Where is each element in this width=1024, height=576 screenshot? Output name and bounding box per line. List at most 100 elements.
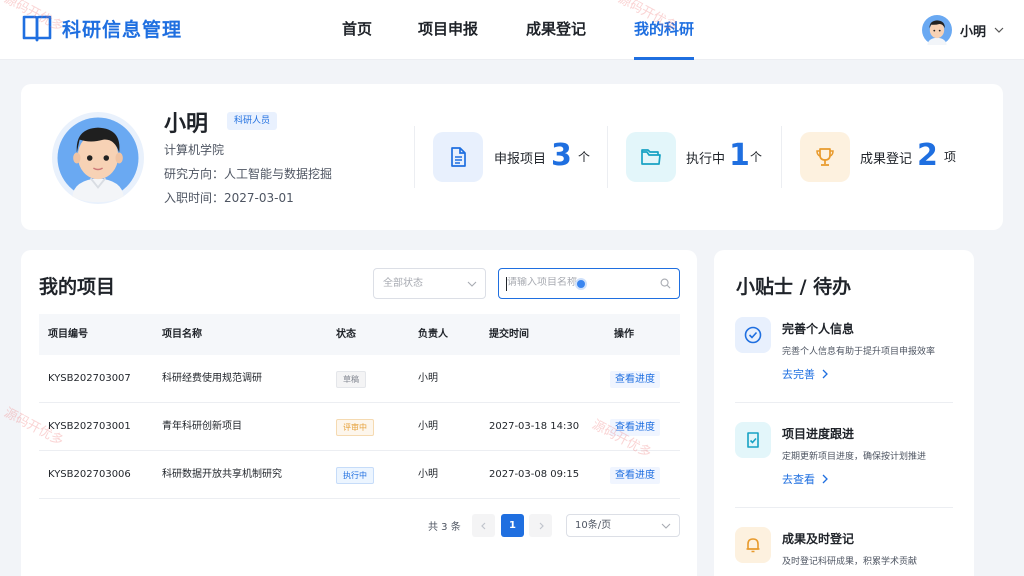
page-size-select[interactable]: 10条/页: [566, 514, 680, 537]
stat-apply-unit: 个: [578, 150, 591, 164]
status-badge: 执行中: [336, 467, 374, 484]
table-header: 项目编号 项目名称 状态 负责人 提交时间 操作: [39, 314, 680, 355]
tips-card: 小贴士 / 待办 完善个人信息 完善个人信息有助于提升项目申报效率 去完善 项目…: [714, 250, 974, 576]
stat-achievement-icon-box: [800, 132, 850, 182]
cell-submit-time: 2027-03-08 09:15: [489, 469, 580, 480]
divider: [414, 126, 415, 188]
document-icon: [451, 147, 466, 167]
table-row: KYSB202703007 科研经费使用规范调研 草稿 小明 查看进度: [39, 355, 680, 403]
chevron-down-icon: [661, 523, 671, 529]
col-owner: 负责人: [418, 329, 448, 340]
text-cursor: [506, 277, 507, 291]
prev-page-button[interactable]: [472, 514, 495, 537]
next-page-button[interactable]: [529, 514, 552, 537]
tip-title: 完善个人信息: [782, 322, 855, 336]
col-action: 操作: [614, 329, 634, 340]
cell-project-name: 科研数据开放共享机制研究: [162, 469, 282, 480]
tip-icon-box: [735, 527, 771, 563]
tip-desc: 完善个人信息有助于提升项目申报效率: [782, 347, 936, 357]
status-filter-value: 全部状态: [383, 278, 423, 289]
profile-name: 小明: [164, 112, 209, 137]
nav-my-research[interactable]: 我的科研: [634, 0, 695, 60]
tip-icon-box: [735, 317, 771, 353]
projects-title: 我的项目: [39, 276, 116, 298]
stat-doing-unit: 个: [750, 150, 763, 164]
tip-title: 项目进度跟进: [782, 427, 855, 441]
stat-achievement-value: 2: [917, 138, 938, 173]
cell-project-name: 青年科研创新项目: [162, 421, 242, 432]
table-row: KYSB202703001 青年科研创新项目 评审中 小明 2027-03-18…: [39, 403, 680, 451]
page-button-current[interactable]: 1: [501, 514, 524, 537]
divider: [781, 126, 782, 188]
check-circle-icon: [744, 326, 762, 344]
cell-project-id: KYSB202703001: [48, 421, 131, 432]
my-projects-card: 我的项目 全部状态 项目编号 项目名称 状态 负责人 提交时间 操作 KYSB2…: [21, 250, 697, 576]
stat-doing-icon-box: [626, 132, 676, 182]
project-search-box[interactable]: [498, 268, 680, 299]
profile-join-date: 入职时间：2027-03-01: [164, 191, 294, 205]
divider: [735, 507, 953, 508]
status-badge: 评审中: [336, 419, 374, 436]
cell-project-id: KYSB202703007: [48, 373, 131, 384]
chevron-down-icon: [467, 281, 477, 287]
view-progress-button[interactable]: 查看进度: [610, 371, 660, 388]
stat-doing-value: 1: [729, 138, 750, 173]
chevron-right-icon: [539, 522, 544, 529]
cursor-dot: [575, 278, 587, 290]
tip-link-label: 去查看: [782, 473, 815, 486]
bell-icon: [746, 538, 760, 553]
tip-link-complete-profile[interactable]: 去完善: [782, 366, 829, 382]
nav-project-apply[interactable]: 项目申报: [418, 0, 478, 60]
cell-owner: 小明: [418, 469, 438, 480]
stat-doing-label: 执行中: [686, 152, 726, 167]
col-status: 状态: [336, 329, 356, 340]
top-header: 科研信息管理 首页 项目申报 成果登记 我的科研 小明: [0, 0, 1024, 60]
nav-achievement-register[interactable]: 成果登记: [526, 0, 586, 60]
cell-owner: 小明: [418, 421, 438, 432]
user-menu[interactable]: 小明: [921, 14, 1004, 46]
role-badge: 科研人员: [227, 112, 278, 130]
view-progress-button[interactable]: 查看进度: [610, 467, 660, 484]
cell-project-name: 科研经费使用规范调研: [162, 373, 262, 384]
view-progress-button[interactable]: 查看进度: [610, 419, 660, 436]
tip-link-label: 去完善: [782, 368, 815, 381]
checklist-icon: [747, 432, 759, 448]
col-submit-time: 提交时间: [489, 329, 529, 340]
stat-achievement-label: 成果登记: [860, 152, 913, 167]
col-project-name: 项目名称: [162, 329, 202, 340]
tip-title: 成果及时登记: [782, 532, 855, 546]
profile-avatar: [52, 112, 144, 204]
nav-home[interactable]: 首页: [342, 0, 372, 60]
tips-title: 小贴士 / 待办: [736, 276, 852, 298]
stat-achievement-unit: 项: [944, 150, 957, 164]
stat-apply-value: 3: [551, 138, 572, 173]
stat-apply-icon-box: [433, 132, 483, 182]
table-row: KYSB202703006 科研数据开放共享机制研究 执行中 小明 2027-0…: [39, 451, 680, 499]
book-icon: [22, 15, 52, 42]
pagination-total: 共 3 条: [428, 522, 461, 533]
page-size-value: 10条/页: [575, 520, 612, 531]
avatar: [921, 15, 952, 45]
tip-link-view-progress[interactable]: 去查看: [782, 471, 829, 487]
status-badge: 草稿: [336, 371, 366, 388]
trophy-icon: [816, 148, 834, 166]
cell-project-id: KYSB202703006: [48, 469, 131, 480]
folder-icon: [641, 149, 661, 165]
cell-submit-time: 2027-03-18 14:30: [489, 421, 580, 432]
chevron-right-icon: [822, 369, 828, 379]
chevron-down-icon: [994, 27, 1004, 33]
logo[interactable]: 科研信息管理: [22, 14, 182, 42]
cell-owner: 小明: [418, 373, 438, 384]
app-title: 科研信息管理: [62, 18, 183, 41]
tip-icon-box: [735, 422, 771, 458]
search-icon[interactable]: [660, 278, 671, 289]
profile-research: 研究方向：人工智能与数据挖掘: [164, 167, 333, 181]
stat-apply-label: 申报项目: [494, 152, 547, 167]
divider: [735, 402, 953, 403]
divider: [607, 126, 608, 188]
chevron-left-icon: [480, 522, 485, 529]
profile-card: 小明 科研人员 计算机学院 研究方向：人工智能与数据挖掘 入职时间：2027-0…: [21, 84, 1003, 230]
status-filter-select[interactable]: 全部状态: [373, 268, 486, 299]
profile-college: 计算机学院: [164, 143, 225, 157]
user-name: 小明: [959, 24, 986, 40]
